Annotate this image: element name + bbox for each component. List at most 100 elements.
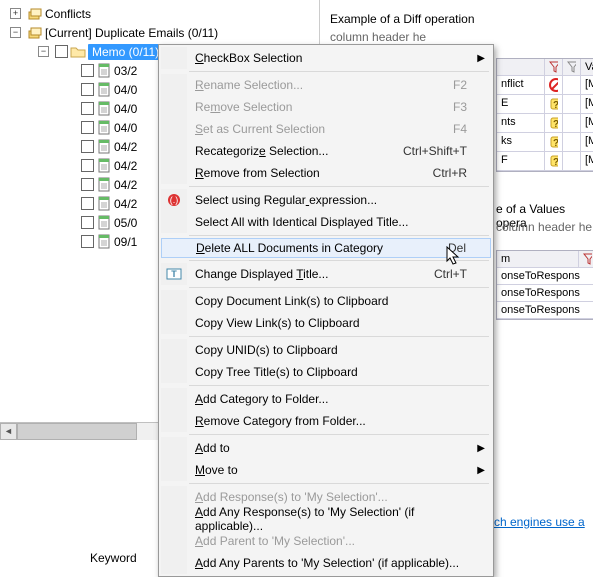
menu-item[interactable]: Add Any Response(s) to 'My Selection' (i… — [161, 508, 491, 530]
svg-text:(.): (.) — [170, 195, 179, 205]
collapse-icon[interactable]: + — [10, 8, 21, 19]
mouse-cursor-icon — [446, 246, 462, 269]
col-m[interactable]: m — [497, 251, 579, 267]
menu-item-label: Copy Tree Title(s) to Clipboard — [187, 365, 471, 379]
menu-item[interactable]: TChange Displayed Title...Ctrl+T — [161, 263, 491, 285]
context-menu: CheckBox Selection ▶ Rename Selection...F2… — [158, 44, 494, 577]
column-hint: column header he — [330, 30, 589, 44]
menu-gutter — [161, 486, 187, 508]
status-icon — [545, 76, 563, 94]
search-engines-link[interactable]: rch engines use a — [490, 515, 585, 529]
table-row[interactable]: nts?[Mu — [497, 114, 593, 133]
checkbox[interactable] — [81, 121, 94, 134]
menu-shortcut: F4 — [453, 122, 471, 136]
menu-item-label: Add to — [187, 441, 471, 455]
menu-gutter — [161, 312, 187, 334]
tree-label: 09/1 — [114, 235, 137, 249]
table-row[interactable]: onseToRespons — [497, 268, 593, 285]
menu-gutter — [161, 118, 187, 140]
stack-icon — [27, 25, 43, 41]
filter-icon[interactable] — [545, 59, 563, 75]
table-row[interactable]: E?[Mu — [497, 95, 593, 114]
menu-item[interactable]: Remove from SelectionCtrl+R — [161, 162, 491, 184]
submenu-arrow-icon: ▶ — [477, 53, 485, 64]
text-icon: T — [161, 263, 187, 285]
table-row[interactable]: onseToRespons — [497, 302, 593, 319]
menu-item[interactable]: Copy Tree Title(s) to Clipboard — [161, 361, 491, 383]
checkbox[interactable] — [81, 159, 94, 172]
expand-icon[interactable]: − — [38, 46, 49, 57]
checkbox[interactable] — [81, 102, 94, 115]
menu-item[interactable]: CheckBox Selection ▶ — [161, 47, 491, 69]
menu-item-label: Rename Selection... — [187, 78, 453, 92]
filter-icon[interactable] — [563, 59, 581, 75]
diff-table: Valu nflict[MuE?[Munts?[Muks?[MuF?[Mu — [496, 58, 593, 172]
table-row[interactable]: F?[Mu — [497, 152, 593, 171]
checkbox[interactable] — [55, 45, 68, 58]
menu-item-label: Select All with Identical Displayed Titl… — [187, 215, 471, 229]
menu-item[interactable]: Copy Document Link(s) to Clipboard — [161, 290, 491, 312]
keyword-label: Keyword — [90, 551, 137, 565]
tree-label: 04/0 — [114, 121, 137, 135]
menu-item[interactable]: Select All with Identical Displayed Titl… — [161, 211, 491, 233]
menu-gutter — [161, 74, 187, 96]
menu-item-label: Add Any Parents to 'My Selection' (if ap… — [187, 556, 471, 570]
status-icon: ? — [545, 152, 563, 170]
menu-item-label: Add Any Response(s) to 'My Selection' (i… — [187, 505, 471, 533]
menu-gutter — [161, 361, 187, 383]
col-values[interactable]: Valu — [581, 59, 593, 75]
submenu-arrow-icon: ▶ — [477, 465, 485, 476]
document-icon — [96, 120, 112, 136]
menu-item-label: Recategorize Selection... — [187, 144, 403, 158]
checkbox[interactable] — [81, 83, 94, 96]
menu-separator — [189, 287, 489, 288]
menu-item[interactable]: Copy View Link(s) to Clipboard — [161, 312, 491, 334]
expand-icon[interactable]: − — [10, 27, 21, 38]
svg-text:?: ? — [553, 138, 558, 149]
checkbox[interactable] — [81, 197, 94, 210]
table-row[interactable]: ks?[Mu — [497, 133, 593, 152]
tree-node-conflicts[interactable]: + Conflicts — [10, 4, 319, 23]
checkbox[interactable] — [81, 235, 94, 248]
menu-item[interactable]: Move to ▶ — [161, 459, 491, 481]
checkbox[interactable] — [81, 178, 94, 191]
menu-gutter — [161, 530, 187, 552]
menu-item: Remove SelectionF3 — [161, 96, 491, 118]
table-row[interactable]: nflict[Mu — [497, 76, 593, 95]
menu-separator — [189, 71, 489, 72]
menu-item[interactable]: Recategorize Selection...Ctrl+Shift+T — [161, 140, 491, 162]
menu-shortcut: F3 — [453, 100, 471, 114]
document-icon — [96, 177, 112, 193]
menu-item-label: Add Parent to 'My Selection'... — [187, 534, 471, 548]
menu-item-label: Delete ALL Documents in Category — [188, 241, 448, 255]
menu-item[interactable]: Remove Category from Folder... — [161, 410, 491, 432]
menu-item[interactable]: Delete ALL Documents in CategoryDel — [161, 238, 491, 258]
menu-item[interactable]: Add Category to Folder... — [161, 388, 491, 410]
status-icon: ? — [545, 95, 563, 113]
tree-node-current[interactable]: − [Current] Duplicate Emails (0/11) — [10, 23, 319, 42]
menu-item-label: CheckBox Selection — [187, 51, 471, 65]
svg-text:?: ? — [553, 157, 558, 168]
checkbox[interactable] — [81, 140, 94, 153]
table-row[interactable]: onseToRespons — [497, 285, 593, 302]
menu-item-label: Add Response(s) to 'My Selection'... — [187, 490, 471, 504]
svg-text:?: ? — [553, 119, 558, 130]
scroll-thumb[interactable] — [17, 423, 137, 440]
checkbox[interactable] — [81, 216, 94, 229]
menu-separator — [189, 235, 489, 236]
menu-item[interactable]: Add to ▶ — [161, 437, 491, 459]
menu-item[interactable]: (.)Select using Regular expression... — [161, 189, 491, 211]
tree-label-selected: Memo (0/11) — [88, 44, 163, 60]
filter-icon[interactable] — [579, 251, 593, 267]
menu-gutter — [161, 96, 187, 118]
scroll-left-button[interactable]: ◄ — [0, 423, 17, 440]
submenu-arrow-icon: ▶ — [477, 443, 485, 454]
status-icon: ? — [545, 114, 563, 132]
menu-item: Rename Selection...F2 — [161, 74, 491, 96]
menu-item[interactable]: Copy UNID(s) to Clipboard — [161, 339, 491, 361]
checkbox[interactable] — [81, 64, 94, 77]
menu-item-label: Copy Document Link(s) to Clipboard — [187, 294, 471, 308]
menu-item-label: Remove from Selection — [187, 166, 433, 180]
menu-separator — [189, 385, 489, 386]
menu-item-label: Move to — [187, 463, 471, 477]
